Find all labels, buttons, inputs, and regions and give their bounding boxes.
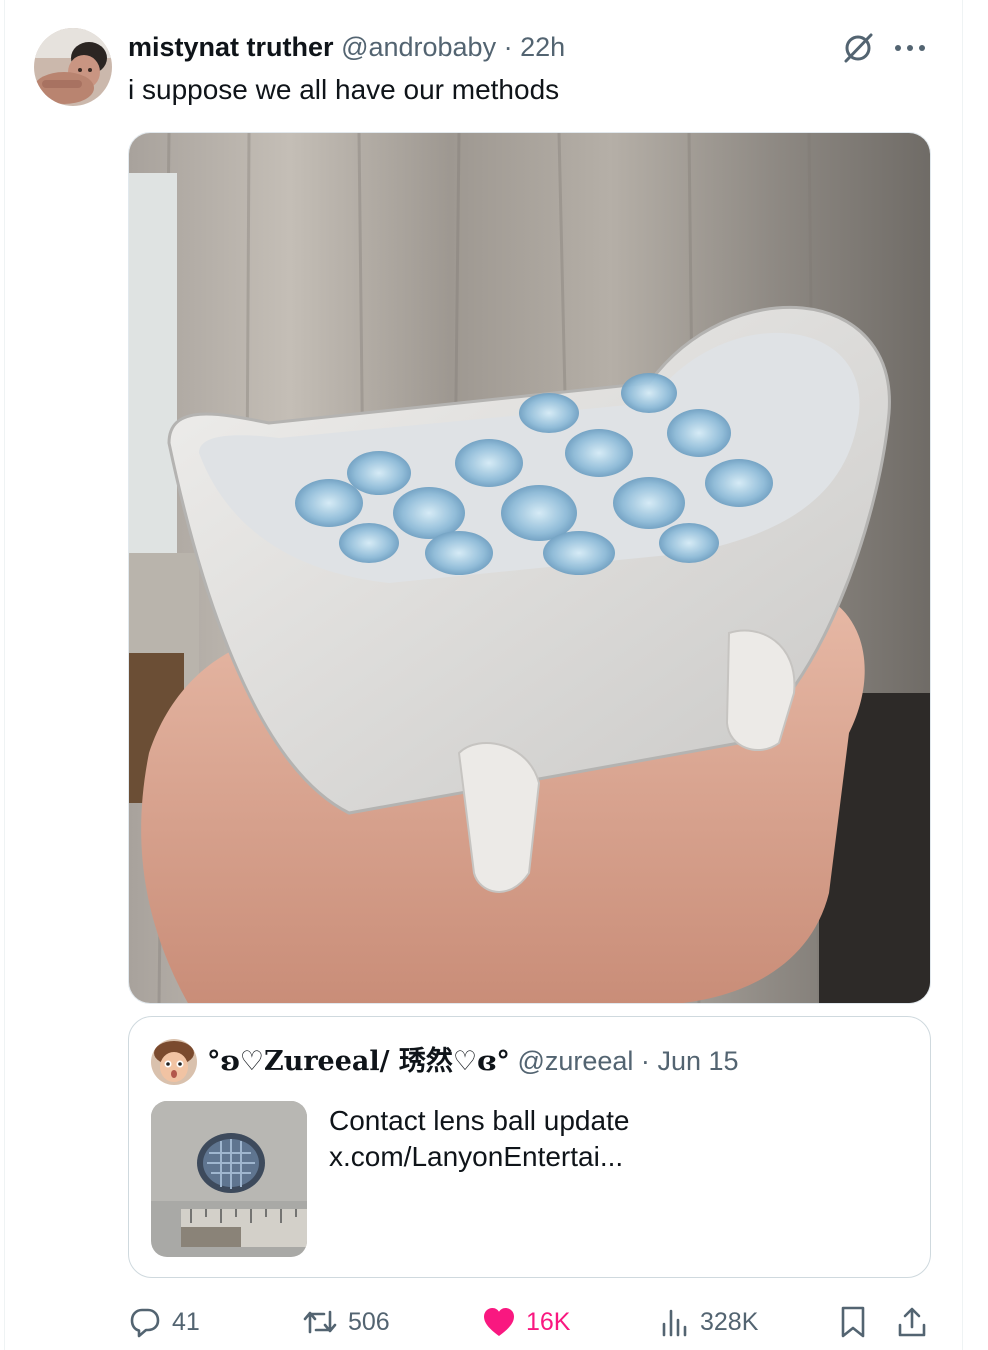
tweet-header: mistynat truther @androbaby · 22h xyxy=(128,30,565,64)
reply-button[interactable]: 41 xyxy=(128,1300,200,1344)
author-name[interactable]: mistynat truther xyxy=(128,32,334,62)
quoted-tweet-card[interactable]: °ʚ♡Zureeal/ 琇然♡ɞ° @zureeal · Jun 15 Cont… xyxy=(128,1016,931,1278)
bookmark-icon xyxy=(841,1306,865,1338)
tweet-photo[interactable] xyxy=(128,132,931,1004)
like-count: 16K xyxy=(526,1307,571,1336)
views-icon xyxy=(662,1309,687,1337)
repost-count: 506 xyxy=(348,1307,390,1336)
share-button[interactable] xyxy=(896,1300,928,1344)
quoted-meta-separator: · xyxy=(640,1046,650,1076)
repost-button[interactable]: 506 xyxy=(302,1300,390,1344)
reply-icon xyxy=(130,1308,160,1338)
quoted-author-handle[interactable]: @zureeal xyxy=(517,1046,633,1076)
quoted-author-name[interactable]: °ʚ♡Zureeal/ 琇然♡ɞ° xyxy=(207,1046,510,1077)
meta-separator: · xyxy=(503,32,513,62)
grok-icon[interactable] xyxy=(840,30,876,66)
like-icon xyxy=(484,1308,514,1336)
quoted-tweet-header: °ʚ♡Zureeal/ 琇然♡ɞ° @zureeal · Jun 15 xyxy=(207,1043,739,1080)
quoted-tweet-link[interactable]: x.com/LanyonEntertai... xyxy=(329,1139,629,1175)
share-icon xyxy=(898,1307,926,1337)
quoted-tweet-date[interactable]: Jun 15 xyxy=(657,1046,738,1076)
timeline-border-left xyxy=(4,0,5,1350)
author-avatar[interactable] xyxy=(34,28,112,106)
quoted-author-avatar[interactable] xyxy=(151,1039,197,1085)
quoted-tweet-text-line: Contact lens ball update xyxy=(329,1105,630,1136)
tweet-action-bar: 41 506 16K 328K xyxy=(0,1300,988,1344)
more-icon[interactable] xyxy=(890,34,930,62)
view-count: 328K xyxy=(700,1307,759,1336)
bookmark-button[interactable] xyxy=(838,1300,868,1344)
author-handle[interactable]: @androbaby xyxy=(341,32,496,62)
tweet-time[interactable]: 22h xyxy=(520,32,565,62)
tweet-text: i suppose we all have our methods xyxy=(128,74,560,105)
reply-count: 41 xyxy=(172,1307,200,1336)
quoted-tweet-text: Contact lens ball update x.com/LanyonEnt… xyxy=(329,1103,629,1175)
quoted-tweet-thumbnail[interactable] xyxy=(151,1101,307,1257)
repost-icon xyxy=(303,1310,337,1334)
views-button[interactable]: 328K xyxy=(660,1300,758,1344)
timeline-border-right xyxy=(962,0,963,1350)
like-button[interactable]: 16K xyxy=(482,1300,570,1344)
